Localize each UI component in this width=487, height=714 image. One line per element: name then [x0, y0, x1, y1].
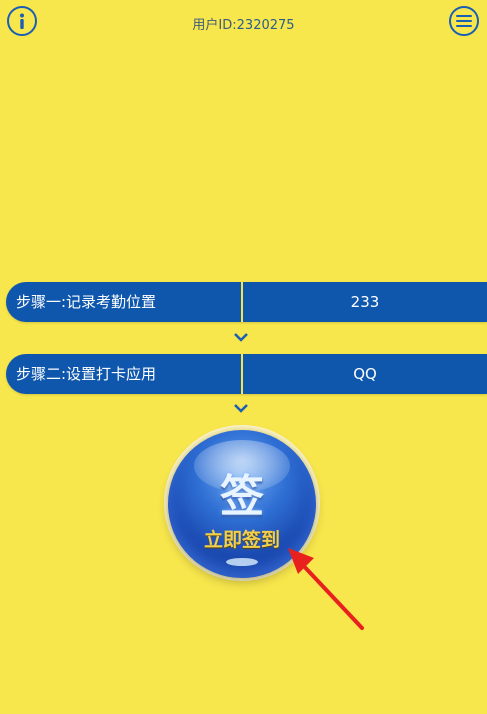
sign-glyph: 签 [220, 471, 264, 522]
user-id-value: 2320275 [236, 18, 295, 33]
button-shine [226, 558, 258, 566]
step-two-row[interactable]: 步骤二:设置打卡应用 QQ [6, 354, 487, 394]
chevron-down-icon [234, 333, 248, 342]
step-one-label: 步骤一:记录考勤位置 [16, 293, 157, 311]
step-two-label: 步骤二:设置打卡应用 [16, 365, 157, 383]
red-arrow-annotation [288, 548, 364, 630]
step-one-value[interactable]: 233 [243, 282, 487, 322]
step-two-value[interactable]: QQ [243, 354, 487, 394]
chevron-down-icon [234, 404, 248, 413]
hamburger-icon [456, 15, 472, 27]
user-id-text: 用户ID:2320275 [0, 14, 487, 33]
step-one-row[interactable]: 步骤一:记录考勤位置 233 [6, 282, 487, 322]
user-id-prefix: 用户ID: [192, 18, 237, 33]
menu-icon[interactable] [449, 6, 479, 36]
